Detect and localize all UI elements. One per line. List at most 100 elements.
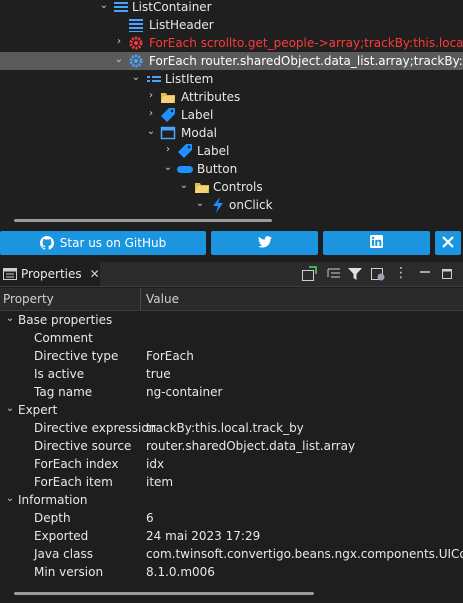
close-icon[interactable]: ✕ <box>90 267 100 281</box>
chevron-right-icon[interactable]: › <box>163 145 173 155</box>
tree-node-label: Label <box>197 144 230 158</box>
property-value[interactable]: com.twinsoft.convertigo.beans.ngx.compon… <box>146 547 463 561</box>
properties-horizontal-scrollbar[interactable] <box>14 592 314 595</box>
property-row[interactable]: ForEach index idx <box>0 455 463 473</box>
property-value[interactable]: ForEach <box>146 349 194 363</box>
chevron-down-icon[interactable]: ⌄ <box>179 181 189 191</box>
tree-node-label-2[interactable]: › Label <box>0 142 463 160</box>
tree-node-modal[interactable]: ⌄ Modal <box>0 124 463 142</box>
chevron-down-icon[interactable]: ⌄ <box>114 55 124 65</box>
twitter-button[interactable] <box>211 231 318 255</box>
property-value[interactable]: item <box>146 475 173 489</box>
property-row[interactable]: Tag name ng-container <box>0 383 463 401</box>
property-row[interactable]: Directive expression trackBy:this.local.… <box>0 419 463 437</box>
list-container-icon <box>113 0 129 15</box>
chevron-down-icon[interactable]: ⌄ <box>131 73 141 83</box>
chevron-down-icon[interactable]: ⌄ <box>5 314 15 324</box>
chevron-right-icon[interactable]: › <box>146 91 156 101</box>
property-key: Tag name <box>34 385 93 399</box>
minimize-icon[interactable] <box>417 266 433 282</box>
property-row[interactable]: Directive source router.sharedObject.dat… <box>0 437 463 455</box>
github-star-button[interactable]: Star us on GitHub <box>0 231 206 255</box>
property-value[interactable]: true <box>146 367 171 381</box>
chevron-down-icon[interactable]: ⌄ <box>99 1 109 11</box>
property-row[interactable]: Depth 6 <box>0 509 463 527</box>
property-category-row[interactable]: ⌄ Base properties <box>0 311 463 329</box>
new-icon[interactable] <box>301 266 317 282</box>
chevron-down-icon[interactable]: ⌄ <box>5 404 15 414</box>
view-menu-icon[interactable]: ⋮ <box>394 266 408 282</box>
property-row[interactable]: Min version 8.1.0.m006 <box>0 563 463 581</box>
linkedin-button[interactable] <box>323 231 430 255</box>
property-value[interactable]: trackBy:this.local.track_by <box>146 421 304 435</box>
properties-column-header: Property Value <box>0 288 463 311</box>
property-value[interactable]: ng-container <box>146 385 222 399</box>
categories-icon[interactable] <box>326 266 342 282</box>
property-key: Comment <box>34 331 93 345</box>
property-category-row[interactable]: ⌄ Expert <box>0 401 463 419</box>
column-divider[interactable] <box>140 288 141 310</box>
tab-properties-label: Properties <box>21 267 82 281</box>
label-icon <box>177 143 193 159</box>
filter-icon[interactable] <box>347 266 363 282</box>
property-key: Directive expression <box>34 421 157 435</box>
category-label: Expert <box>18 403 58 417</box>
close-social-button[interactable] <box>435 231 461 255</box>
tree-node-label: ListItem <box>165 72 214 86</box>
tree-node-label: Controls <box>213 180 263 194</box>
restore-icon[interactable] <box>370 266 386 282</box>
tree-node-label: ListHeader <box>149 18 214 32</box>
property-value[interactable]: router.sharedObject.data_list.array <box>146 439 355 453</box>
tree-node-attributes[interactable]: › Attributes <box>0 88 463 106</box>
property-key: ForEach item <box>34 475 113 489</box>
tree-horizontal-scrollbar[interactable] <box>14 219 272 222</box>
tree-node-label: ForEach scrollto.get_people->array;track… <box>149 36 463 50</box>
label-icon <box>160 107 176 123</box>
maximize-icon[interactable] <box>439 266 455 282</box>
tree-node-listheader[interactable]: ListHeader <box>0 16 463 34</box>
twitter-icon <box>257 235 272 251</box>
tree-node-controls[interactable]: ⌄ Controls <box>0 178 463 196</box>
tab-properties[interactable]: Properties ✕ <box>0 262 100 286</box>
folder-icon <box>160 89 176 105</box>
tree-node-listitem[interactable]: ⌄ ListItem <box>0 70 463 88</box>
property-value[interactable]: 24 mai 2023 17:29 <box>146 529 260 543</box>
chevron-down-icon[interactable]: ⌄ <box>5 494 15 504</box>
property-row[interactable]: Comment <box>0 329 463 347</box>
tree-node-listcontainer[interactable]: ⌄ ListContainer <box>0 0 463 16</box>
property-key: ForEach index <box>34 457 119 471</box>
property-key: Depth <box>34 511 71 525</box>
chevron-right-icon[interactable]: › <box>114 37 124 47</box>
chevron-down-icon[interactable]: ⌄ <box>195 199 205 209</box>
close-icon <box>442 235 454 251</box>
tree-node-label: Attributes <box>181 90 241 104</box>
property-key: Java class <box>34 547 93 561</box>
lightning-icon <box>210 197 226 213</box>
property-row[interactable]: Is active true <box>0 365 463 383</box>
tree-node-label: Label <box>181 108 214 122</box>
tree-node-button[interactable]: ⌄ Button <box>0 160 463 178</box>
column-header-property[interactable]: Property <box>3 292 54 306</box>
property-row[interactable]: Java class com.twinsoft.convertigo.beans… <box>0 545 463 563</box>
property-row[interactable]: ForEach item item <box>0 473 463 491</box>
tree-node-onclick[interactable]: ⌄ onClick <box>0 196 463 214</box>
column-header-value[interactable]: Value <box>146 292 179 306</box>
property-category-row[interactable]: ⌄ Information <box>0 491 463 509</box>
button-icon <box>177 161 193 177</box>
chevron-down-icon[interactable]: ⌄ <box>163 163 173 173</box>
tree-node-foreach-router[interactable]: ⌄ ForEach router.sharedObject.data_list.… <box>0 52 463 70</box>
tree-node-foreach-scrollto[interactable]: › ForEach scrollto.get_people->array;tra… <box>0 34 463 52</box>
tree-node-label: Button <box>197 162 238 176</box>
chevron-right-icon[interactable]: › <box>146 109 156 119</box>
properties-panel-header: Properties ✕ ⋮ <box>0 262 463 287</box>
property-value[interactable]: idx <box>146 457 164 471</box>
property-row[interactable]: Directive type ForEach <box>0 347 463 365</box>
property-row[interactable]: Exported 24 mai 2023 17:29 <box>0 527 463 545</box>
property-value[interactable]: 6 <box>146 511 154 525</box>
tree-node-label-1[interactable]: › Label <box>0 106 463 124</box>
property-value[interactable]: 8.1.0.m006 <box>146 565 215 579</box>
chevron-down-icon[interactable]: ⌄ <box>146 127 156 137</box>
linkedin-icon <box>370 235 383 251</box>
list-header-icon <box>128 17 144 33</box>
tree-node-label: ListContainer <box>132 0 212 14</box>
